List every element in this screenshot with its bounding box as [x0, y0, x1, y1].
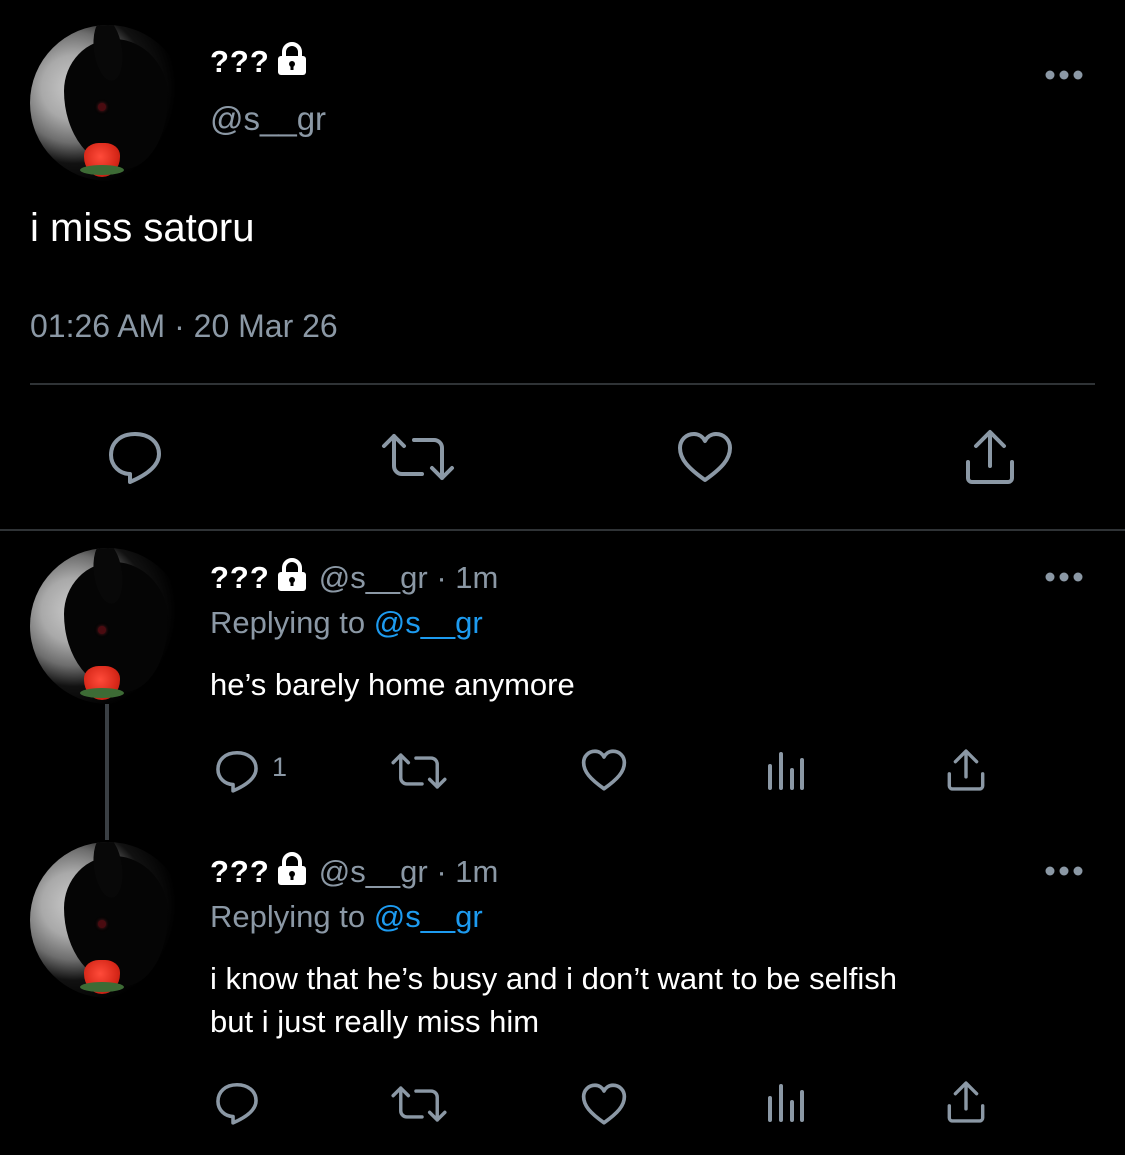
thread-line — [105, 704, 109, 840]
avatar[interactable] — [30, 25, 186, 181]
more-icon[interactable] — [1044, 68, 1084, 87]
divider — [30, 383, 1095, 385]
display-name-row: ??? — [210, 42, 310, 81]
more-icon[interactable] — [1044, 570, 1084, 589]
replying-handle[interactable]: @s__gr — [374, 605, 483, 640]
analytics-icon[interactable] — [766, 748, 806, 790]
tweet-text-line: but i just really miss him — [210, 1004, 540, 1039]
reply-icon[interactable] — [214, 748, 260, 794]
lock-icon — [274, 852, 310, 891]
avatar[interactable] — [30, 548, 186, 704]
retweet-icon[interactable] — [390, 752, 448, 790]
like-icon[interactable] — [676, 430, 734, 484]
tweet-text-line: i know that he’s busy and i don’t want t… — [210, 961, 898, 996]
display-name[interactable]: ??? — [210, 44, 270, 79]
reply-icon[interactable] — [214, 1080, 260, 1126]
reply-header: ??? @s__gr · 1m — [210, 558, 498, 597]
replying-to: Replying to @s__gr — [210, 605, 483, 641]
lock-icon — [274, 558, 310, 597]
display-name[interactable]: ??? — [210, 560, 270, 595]
reply-count: 1 — [272, 752, 288, 782]
reply-header: ??? @s__gr · 1m — [210, 852, 498, 891]
avatar[interactable] — [30, 842, 186, 998]
share-icon[interactable] — [962, 428, 1018, 486]
retweet-icon[interactable] — [380, 432, 456, 482]
lock-icon — [274, 42, 310, 81]
like-icon[interactable] — [580, 748, 628, 792]
analytics-icon[interactable] — [766, 1080, 806, 1122]
share-icon[interactable] — [944, 748, 988, 792]
replying-to: Replying to @s__gr — [210, 899, 483, 935]
like-icon[interactable] — [580, 1082, 628, 1126]
timestamp[interactable]: 01:26 AM · 20 Mar 26 — [30, 308, 338, 345]
replying-label: Replying to — [210, 899, 374, 934]
handle[interactable]: @s__gr — [210, 100, 326, 138]
display-name[interactable]: ??? — [210, 854, 270, 889]
tweet-text: i miss satoru — [30, 206, 255, 250]
tweet-text: he’s barely home anymore — [210, 667, 575, 702]
share-icon[interactable] — [944, 1080, 988, 1124]
handle-time[interactable]: @s__gr · 1m — [319, 560, 499, 595]
replying-handle[interactable]: @s__gr — [374, 899, 483, 934]
retweet-icon[interactable] — [390, 1085, 448, 1123]
handle-time[interactable]: @s__gr · 1m — [319, 854, 499, 889]
replying-label: Replying to — [210, 605, 374, 640]
more-icon[interactable] — [1044, 864, 1084, 883]
reply-icon[interactable] — [106, 428, 164, 486]
section-divider — [0, 529, 1125, 531]
